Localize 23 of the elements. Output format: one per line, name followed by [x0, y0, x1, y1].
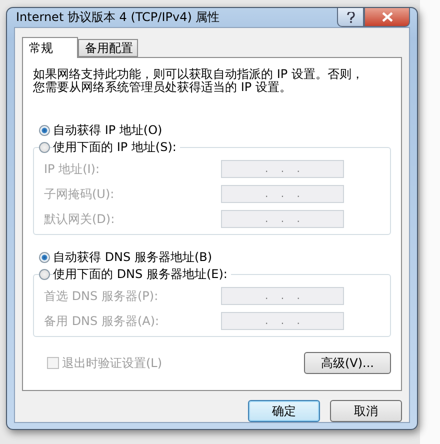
radio-label: 使用下面的 IP 地址(S): [53, 139, 180, 156]
cancel-button[interactable]: 取消 [330, 400, 402, 422]
radio-button[interactable] [39, 252, 50, 263]
advanced-button[interactable]: 高级(V)... [304, 352, 391, 374]
radio-button[interactable] [39, 269, 50, 280]
field-label: 默认网关(D): [44, 210, 116, 228]
close-button[interactable] [364, 8, 410, 27]
tab[interactable]: 常规 [22, 37, 78, 58]
window-title: Internet 协议版本 4 (TCP/IPv4) 属性 [15, 9, 220, 26]
field-label: 备用 DNS 服务器(A): [44, 312, 160, 330]
close-icon [382, 12, 392, 22]
help-icon [346, 12, 354, 22]
field-label: 首选 DNS 服务器(P): [44, 288, 160, 304]
radio-label: 使用下面的 DNS 服务器地址(E): [53, 266, 232, 283]
radio-button[interactable] [39, 125, 50, 136]
help-button[interactable] [337, 8, 364, 27]
checkbox-label: 退出时验证设置(L) [62, 354, 162, 372]
radio-button[interactable] [39, 142, 50, 153]
field-label: 子网掩码(U): [44, 186, 116, 202]
ok-button[interactable]: 确定 [248, 400, 320, 422]
tab[interactable]: 备用配置 [78, 39, 138, 57]
field-label: IP 地址(I): [44, 160, 101, 178]
description-text: 如果网络支持此功能，则可以获取自动指派的 IP 设置。否则，您需要从网络系统管理员处获得适当的 IP 设置。 [33, 68, 364, 94]
